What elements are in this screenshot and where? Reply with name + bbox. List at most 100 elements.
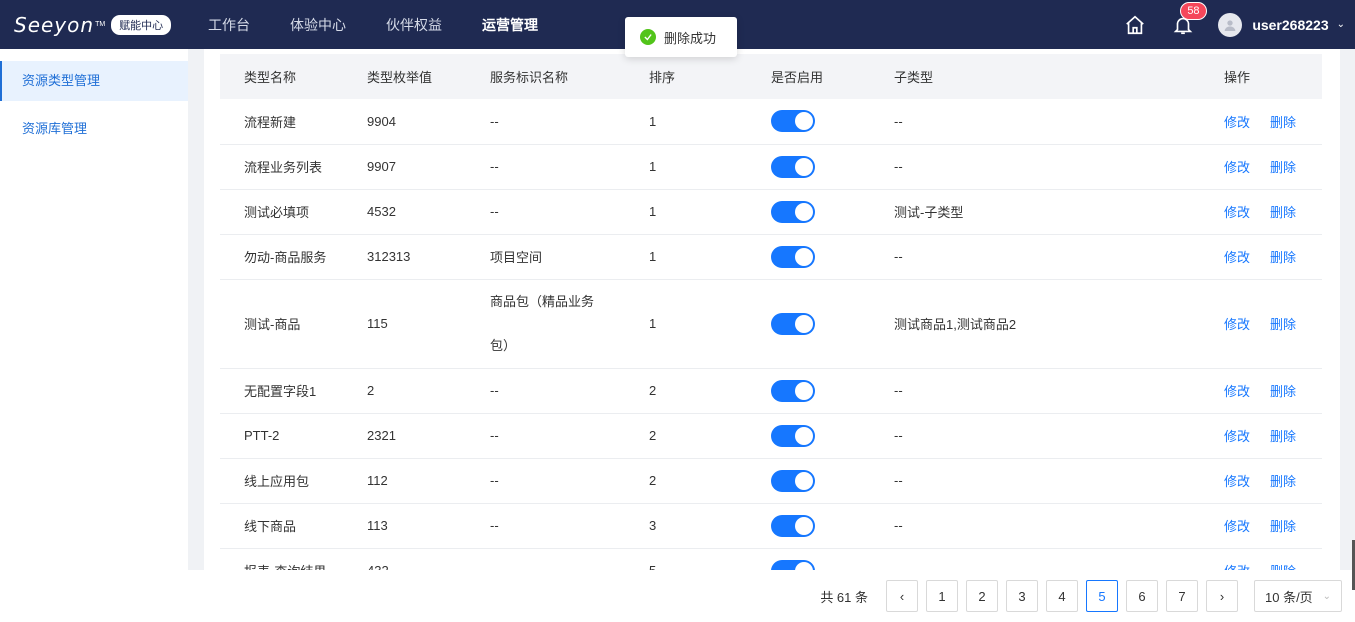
table-row: 流程业务列表 9907 -- 1 -- 修改 删除 — [220, 144, 1322, 190]
table-header-row: 类型名称 类型枚举值 服务标识名称 排序 是否启用 子类型 操作 — [220, 54, 1322, 99]
cell-type-name: 流程业务列表 — [220, 144, 343, 190]
next-page-button[interactable]: › — [1206, 580, 1238, 612]
cell-service-name: -- — [466, 99, 625, 145]
page-button-3[interactable]: 3 — [1006, 580, 1038, 612]
nav-item-workbench[interactable]: 工作台 — [208, 15, 250, 35]
cell-type-name: 测试-商品 — [220, 279, 343, 369]
cell-enum-value: 312313 — [343, 234, 466, 280]
column-header-service-name: 服务标识名称 — [466, 54, 625, 99]
column-header-enum-value: 类型枚举值 — [343, 54, 466, 99]
main-content: 类型名称 类型枚举值 服务标识名称 排序 是否启用 子类型 操作 流程新建 99… — [204, 49, 1340, 570]
cell-type-name: PTT-2 — [220, 413, 343, 459]
edit-button[interactable]: 修改 — [1224, 429, 1250, 444]
enabled-toggle[interactable] — [771, 200, 815, 223]
delete-button[interactable]: 删除 — [1270, 317, 1296, 332]
enabled-toggle[interactable] — [771, 312, 815, 335]
enabled-toggle[interactable] — [771, 110, 815, 133]
page-button-5[interactable]: 5 — [1086, 580, 1118, 612]
cell-enabled — [747, 99, 870, 145]
page-button-4[interactable]: 4 — [1046, 580, 1078, 612]
cell-subtype: -- — [870, 413, 1200, 459]
cell-service-name: 项目空间 — [466, 234, 625, 280]
enabled-toggle[interactable] — [771, 514, 815, 537]
delete-button[interactable]: 删除 — [1270, 205, 1296, 220]
chevron-left-icon: ‹ — [899, 588, 905, 604]
cell-order: 2 — [625, 413, 747, 459]
nav-item-experience[interactable]: 体验中心 — [290, 15, 346, 35]
page-size-select[interactable]: 10 条/页 ⌄ — [1254, 580, 1342, 612]
cell-enabled — [747, 458, 870, 504]
enabled-toggle[interactable] — [771, 469, 815, 492]
cell-enum-value: 113 — [343, 503, 466, 549]
edit-button[interactable]: 修改 — [1224, 160, 1250, 175]
delete-button[interactable]: 删除 — [1270, 429, 1296, 444]
cell-subtype: -- — [870, 144, 1200, 190]
brand-logo[interactable]: Seeyon TM 赋能中心 — [0, 13, 190, 37]
page-button-1[interactable]: 1 — [926, 580, 958, 612]
service-name-line-2: 包） — [490, 337, 517, 353]
cell-enum-value: 432 — [343, 548, 466, 570]
edit-button[interactable]: 修改 — [1224, 205, 1250, 220]
delete-button[interactable]: 删除 — [1270, 115, 1296, 130]
cell-type-name: 报表-查询结果 — [220, 548, 343, 570]
cell-service-name: -- — [466, 503, 625, 549]
enabled-toggle[interactable] — [771, 245, 815, 268]
cell-enum-value: 2 — [343, 368, 466, 414]
nav-item-operations[interactable]: 运营管理 — [482, 15, 538, 35]
notification-button[interactable]: 58 — [1172, 1, 1207, 36]
cell-actions: 修改 删除 — [1200, 458, 1322, 504]
cell-actions: 修改 删除 — [1200, 279, 1322, 369]
enabled-toggle[interactable] — [771, 155, 815, 178]
delete-button[interactable]: 删除 — [1270, 384, 1296, 399]
logo-trademark: TM — [95, 21, 106, 28]
page-button-6[interactable]: 6 — [1126, 580, 1158, 612]
cell-enabled — [747, 503, 870, 549]
enabled-toggle[interactable] — [771, 379, 815, 402]
delete-button[interactable]: 删除 — [1270, 519, 1296, 534]
cell-subtype: -- — [870, 368, 1200, 414]
delete-button[interactable]: 删除 — [1270, 474, 1296, 489]
cell-order: 1 — [625, 99, 747, 145]
prev-page-button[interactable]: ‹ — [886, 580, 918, 612]
delete-button[interactable]: 删除 — [1270, 250, 1296, 265]
cell-subtype: -- — [870, 458, 1200, 504]
cell-enabled — [747, 368, 870, 414]
cell-actions: 修改删除 — [1200, 548, 1322, 570]
cell-service-name: -- — [466, 368, 625, 414]
cell-service-name: -- — [466, 189, 625, 235]
logo-text: Seeyon — [14, 12, 95, 37]
table-row: 线上应用包 112 -- 2 -- 修改 删除 — [220, 458, 1322, 504]
page-button-7[interactable]: 7 — [1166, 580, 1198, 612]
cell-enabled — [747, 548, 870, 570]
home-icon[interactable] — [1124, 14, 1146, 36]
service-name-line-1: 商品包（精品业务 — [490, 293, 595, 309]
chevron-down-icon[interactable]: ⌄ — [1337, 19, 1345, 30]
sidebar-item-resource-types[interactable]: 资源类型管理 — [0, 61, 188, 101]
cell-service-name: -- — [466, 458, 625, 504]
cell-subtype: -- — [870, 234, 1200, 280]
check-circle-icon — [640, 29, 656, 45]
edit-button[interactable]: 修改 — [1224, 250, 1250, 265]
edit-button[interactable]: 修改 — [1224, 384, 1250, 399]
cell-type-name: 无配置字段1 — [220, 368, 343, 414]
cell-enum-value: 4532 — [343, 189, 466, 235]
edit-button[interactable]: 修改 — [1224, 519, 1250, 534]
edit-button[interactable]: 修改 — [1224, 115, 1250, 130]
delete-button[interactable]: 删除 — [1270, 160, 1296, 175]
edit-button[interactable]: 修改 — [1224, 317, 1250, 332]
edit-button[interactable]: 修改 — [1224, 474, 1250, 489]
cell-actions: 修改 删除 — [1200, 234, 1322, 280]
username[interactable]: user268223 — [1252, 17, 1328, 33]
chevron-down-icon: ⌄ — [1322, 590, 1331, 602]
page-button-2[interactable]: 2 — [966, 580, 998, 612]
nav-item-partner-benefits[interactable]: 伙伴权益 — [386, 15, 442, 35]
sidebar-item-resource-library[interactable]: 资源库管理 — [0, 109, 188, 149]
cell-order: 3 — [625, 503, 747, 549]
enabled-toggle[interactable] — [771, 424, 815, 447]
column-header-enabled: 是否启用 — [747, 54, 870, 99]
avatar[interactable] — [1218, 12, 1243, 37]
enabled-toggle[interactable] — [771, 559, 815, 570]
table-row: 流程新建 9904 -- 1 -- 修改 删除 — [220, 99, 1322, 145]
cell-actions: 修改 删除 — [1200, 99, 1322, 145]
cell-service-name: -- — [466, 413, 625, 459]
